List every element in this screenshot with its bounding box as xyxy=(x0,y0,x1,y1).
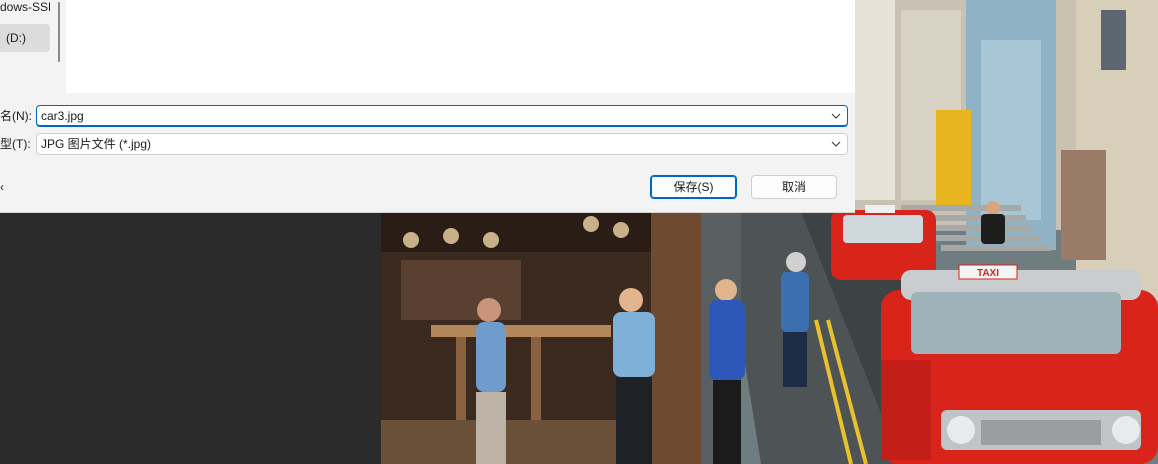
chevron-down-icon[interactable] xyxy=(829,137,843,151)
save-as-dialog: dows-SSD (D:) 名(N): car3.jpg 型(T): JPG 图… xyxy=(0,0,855,213)
filetype-select[interactable]: JPG 图片文件 (*.jpg) xyxy=(36,133,848,155)
navigation-pane: dows-SSD (D:) xyxy=(0,0,65,93)
nav-item-label: dows-SSD xyxy=(0,0,50,14)
filename-input[interactable]: car3.jpg xyxy=(36,105,848,127)
chevron-down-icon[interactable] xyxy=(829,109,843,123)
filename-label: 名(N): xyxy=(0,109,32,123)
nav-item-windows-ssd[interactable]: dows-SSD xyxy=(0,0,50,21)
save-button[interactable]: 保存(S) xyxy=(650,175,737,199)
nav-scrollbar-thumb[interactable] xyxy=(58,2,60,62)
nav-item-drive-d[interactable]: (D:) xyxy=(0,24,50,52)
filetype-value: JPG 图片文件 (*.jpg) xyxy=(41,137,152,151)
hide-folders-toggle[interactable]: ‹ xyxy=(0,180,4,194)
dark-background xyxy=(0,212,381,464)
cancel-button[interactable]: 取消 xyxy=(751,175,837,199)
taxi-sign-text: TAXI xyxy=(977,268,999,279)
filetype-label: 型(T): xyxy=(0,137,31,151)
nav-item-label: (D:) xyxy=(6,31,26,45)
file-list-area[interactable] xyxy=(66,0,855,93)
filename-value: car3.jpg xyxy=(41,109,84,123)
nav-scrollbar[interactable] xyxy=(56,0,62,93)
